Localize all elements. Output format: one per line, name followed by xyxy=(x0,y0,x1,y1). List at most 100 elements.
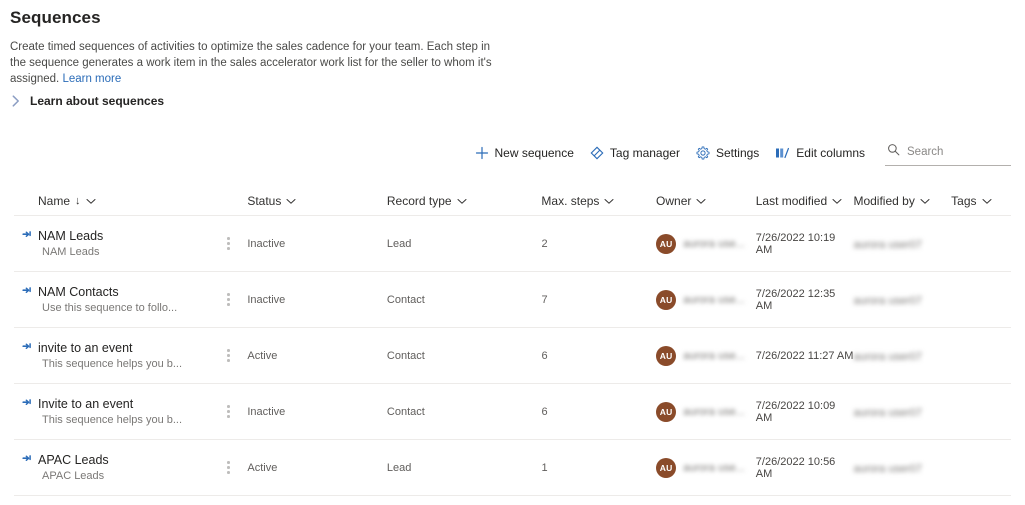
cell-record-type: Contact xyxy=(386,293,425,306)
sequence-icon xyxy=(22,231,35,249)
table-header-row: Name ↓ Status Record type Max. steps Own… xyxy=(14,186,1011,216)
owner-name: aurora use... xyxy=(683,349,745,362)
column-header-owner[interactable]: Owner xyxy=(656,194,756,208)
column-header-tags[interactable]: Tags xyxy=(951,194,1011,208)
sort-arrow-icon: ↓ xyxy=(75,194,81,207)
chevron-down-icon xyxy=(604,194,614,208)
page-title: Sequences xyxy=(10,8,101,27)
more-vertical-icon[interactable] xyxy=(209,401,247,422)
chevron-down-icon xyxy=(982,194,992,208)
more-vertical-icon[interactable] xyxy=(209,233,247,254)
modified-by-name: aurora user07 xyxy=(853,350,922,363)
chevron-down-icon xyxy=(920,194,930,208)
column-header-tags-label: Tags xyxy=(951,193,977,208)
tag-icon xyxy=(590,146,604,160)
sequence-name-link[interactable]: invite to an event xyxy=(38,341,182,355)
name-stack: NAM Contacts Use this sequence to follo.… xyxy=(38,285,177,314)
sequence-icon xyxy=(22,399,35,417)
column-header-status[interactable]: Status xyxy=(247,194,387,208)
owner-name: aurora use... xyxy=(683,237,745,250)
sequence-name-link[interactable]: APAC Leads xyxy=(38,453,109,467)
avatar: AU xyxy=(656,233,677,254)
sequence-description: NAM Leads xyxy=(42,246,100,258)
name-stack: APAC Leads APAC Leads xyxy=(38,453,109,482)
tag-manager-label: Tag manager xyxy=(609,146,680,160)
edit-columns-button[interactable]: Edit columns xyxy=(767,143,873,163)
learn-about-sequences-expander[interactable]: Learn about sequences xyxy=(10,94,164,108)
cell-row-menu xyxy=(209,401,247,422)
cell-last-modified: 7/26/2022 10:09 AM xyxy=(755,399,836,424)
cell-max-steps: 7 xyxy=(541,293,548,306)
sequence-name-link[interactable]: NAM Leads xyxy=(38,229,103,243)
more-vertical-icon[interactable] xyxy=(209,457,247,478)
chevron-down-icon xyxy=(286,194,296,208)
table-row[interactable]: Invite to an event This sequence helps y… xyxy=(14,384,1011,440)
cell-modified-by: aurora user07 xyxy=(853,291,951,309)
modified-by-name: aurora user07 xyxy=(853,294,922,307)
sequence-name-link[interactable]: NAM Contacts xyxy=(38,285,177,299)
table-row[interactable]: NAM Contacts Use this sequence to follo.… xyxy=(14,272,1011,328)
settings-button[interactable]: Settings xyxy=(688,143,767,163)
column-header-last-modified-label: Last modified xyxy=(755,193,828,208)
cell-owner: AU aurora use... xyxy=(656,289,756,310)
expander-label: Learn about sequences xyxy=(30,94,165,108)
table-row[interactable]: APAC Leads APAC Leads Active Lead 1 AU a… xyxy=(14,440,1011,496)
cell-record-type: Lead xyxy=(386,461,412,474)
tag-manager-button[interactable]: Tag manager xyxy=(582,143,688,163)
column-header-record-type[interactable]: Record type xyxy=(387,194,542,208)
cell-name: APAC Leads APAC Leads xyxy=(14,453,209,482)
column-header-name-label: Name xyxy=(38,193,71,208)
cell-modified-by: aurora user07 xyxy=(853,235,951,253)
cell-max-steps: 6 xyxy=(541,349,548,362)
edit-columns-label: Edit columns xyxy=(796,146,865,160)
cell-status: Inactive xyxy=(247,405,286,418)
command-bar: New sequence Tag manager Settings Edit c… xyxy=(467,140,1011,166)
sequence-description: This sequence helps you b... xyxy=(42,414,183,426)
sequence-icon xyxy=(22,343,35,361)
cell-row-menu xyxy=(209,289,247,310)
avatar: AU xyxy=(656,289,677,310)
cell-last-modified: 7/26/2022 10:19 AM xyxy=(755,231,836,256)
cell-modified-by: aurora user07 xyxy=(853,403,951,421)
search-box[interactable] xyxy=(885,140,1011,166)
cell-owner: AU aurora use... xyxy=(656,401,756,422)
learn-more-link[interactable]: Learn more xyxy=(62,73,121,85)
cell-name: NAM Contacts Use this sequence to follo.… xyxy=(14,285,209,314)
chevron-down-icon xyxy=(457,194,467,208)
column-header-name[interactable]: Name ↓ xyxy=(14,194,209,208)
search-input[interactable] xyxy=(907,146,1010,158)
sequence-icon xyxy=(22,287,35,305)
modified-by-name: aurora user07 xyxy=(853,462,922,475)
avatar: AU xyxy=(656,345,677,366)
column-header-max-steps[interactable]: Max. steps xyxy=(541,194,656,208)
column-header-modified-by-label: Modified by xyxy=(853,193,915,208)
cell-max-steps: 1 xyxy=(541,461,548,474)
table-row[interactable]: NAM Leads NAM Leads Inactive Lead 2 AU a… xyxy=(14,216,1011,272)
settings-label: Settings xyxy=(715,146,760,160)
cell-status: Active xyxy=(247,461,278,474)
cell-name: NAM Leads NAM Leads xyxy=(14,229,209,258)
chevron-down-icon xyxy=(832,194,842,208)
sequences-table: Name ↓ Status Record type Max. steps Own… xyxy=(14,186,1011,496)
modified-by-name: aurora user07 xyxy=(853,406,922,419)
cell-max-steps: 2 xyxy=(541,237,548,250)
sequence-description: Use this sequence to follo... xyxy=(42,302,178,314)
cell-row-menu xyxy=(209,233,247,254)
chevron-right-icon xyxy=(10,94,22,108)
column-header-last-modified[interactable]: Last modified xyxy=(756,194,854,208)
more-vertical-icon[interactable] xyxy=(209,345,247,366)
table-row[interactable]: invite to an event This sequence helps y… xyxy=(14,328,1011,384)
cell-last-modified: 7/26/2022 11:27 AM xyxy=(755,349,854,362)
new-sequence-button[interactable]: New sequence xyxy=(467,143,582,163)
gear-icon xyxy=(696,146,710,160)
column-header-owner-label: Owner xyxy=(656,193,692,208)
cell-record-type: Contact xyxy=(386,405,425,418)
sequence-name-link[interactable]: Invite to an event xyxy=(38,397,182,411)
cell-status: Inactive xyxy=(247,237,286,250)
avatar: AU xyxy=(656,401,677,422)
column-header-modified-by[interactable]: Modified by xyxy=(853,194,951,208)
plus-icon xyxy=(475,146,489,160)
sequence-description: APAC Leads xyxy=(42,470,105,482)
chevron-down-icon xyxy=(696,194,706,208)
more-vertical-icon[interactable] xyxy=(209,289,247,310)
